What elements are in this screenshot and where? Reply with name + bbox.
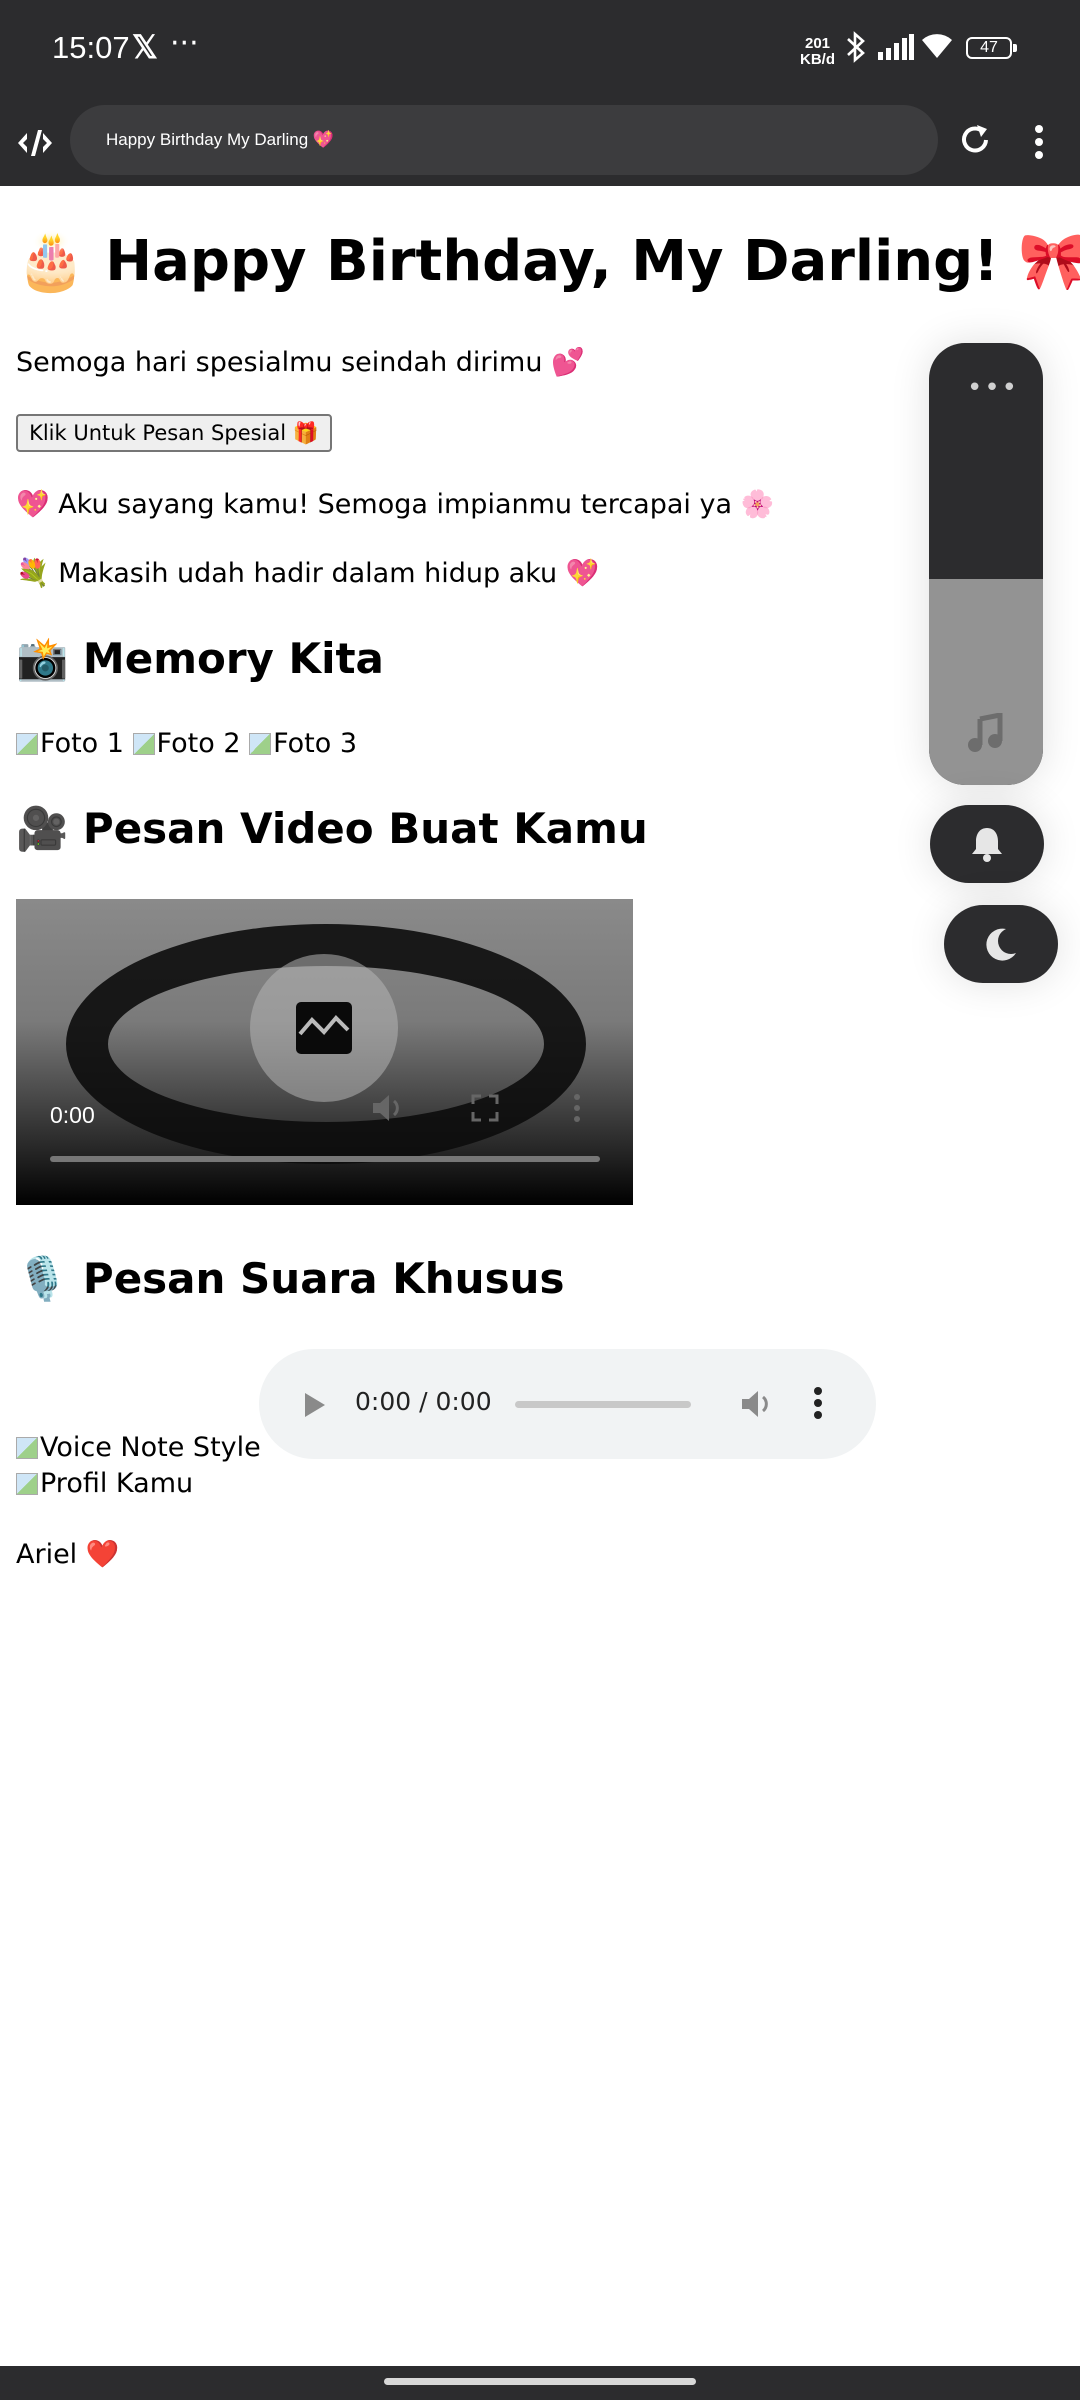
voice-heading: 🎙️ Pesan Suara Khusus xyxy=(16,1254,565,1303)
special-message-button[interactable]: Klik Untuk Pesan Spesial 🎁 xyxy=(16,414,332,452)
video-more-icon[interactable] xyxy=(572,1093,582,1123)
dark-mode-button[interactable] xyxy=(944,905,1058,983)
voice-note-image: Voice Note Style xyxy=(16,1432,261,1466)
video-play-button[interactable] xyxy=(250,954,398,1102)
battery-indicator: 47 xyxy=(966,37,1017,59)
browser-toolbar: Happy Birthday My Darling 💖 xyxy=(0,100,1080,186)
home-handle[interactable] xyxy=(384,2378,696,2385)
voice-note-alt: Voice Note Style xyxy=(16,1432,261,1463)
status-bar: 15:07 𝕏 ··· 201 KB/d 47 xyxy=(0,0,1080,100)
video-heading: 🎥 Pesan Video Buat Kamu xyxy=(16,804,648,853)
photo-1-alt: Foto 1 xyxy=(40,728,124,759)
photo-row: Foto 1 Foto 2 Foto 3 xyxy=(16,728,357,762)
video-player[interactable]: 0:00 xyxy=(16,899,633,1205)
reload-icon[interactable] xyxy=(955,120,995,160)
network-speed: 201 KB/d xyxy=(800,36,835,68)
video-error-icon xyxy=(296,1002,352,1054)
volume-panel[interactable]: ••• xyxy=(929,343,1043,785)
status-time: 15:07 xyxy=(52,30,130,65)
profile-text: Profil Kamu xyxy=(40,1468,194,1499)
photo-3: Foto 3 xyxy=(249,728,357,759)
memory-heading: 📸 Memory Kita xyxy=(16,634,384,683)
address-bar[interactable]: Happy Birthday My Darling 💖 xyxy=(70,105,938,175)
signal-icon xyxy=(878,34,914,60)
moon-icon xyxy=(986,928,1016,961)
x-app-icon: 𝕏 xyxy=(132,29,158,65)
music-icon xyxy=(968,713,1003,752)
profile-image: Profil Kamu xyxy=(16,1468,193,1502)
video-progress-bar[interactable] xyxy=(50,1156,600,1162)
broken-image-icon xyxy=(16,732,38,755)
photo-1: Foto 1 xyxy=(16,728,124,759)
video-current-time: 0:00 xyxy=(50,1102,95,1128)
profile-alt: Profil Kamu xyxy=(16,1468,193,1499)
page-title: 🎂 Happy Birthday, My Darling! 🎀 xyxy=(16,229,1080,294)
bluetooth-icon xyxy=(847,31,865,63)
thanks-message: 💐 Makasih udah hadir dalam hidup aku 💖 xyxy=(16,558,600,589)
network-speed-unit: KB/d xyxy=(800,51,835,68)
audio-progress-bar[interactable] xyxy=(515,1401,691,1408)
broken-image-icon xyxy=(16,1472,38,1495)
bell-icon xyxy=(972,828,1002,862)
broken-image-icon xyxy=(16,1436,38,1459)
audio-volume-icon[interactable] xyxy=(739,1387,775,1421)
greeting-text: Semoga hari spesialmu seindah dirimu 💕 xyxy=(16,347,585,378)
wifi-icon xyxy=(922,34,952,58)
audio-player[interactable]: 0:00 / 0:00 xyxy=(259,1349,876,1459)
browser-logo-icon[interactable] xyxy=(14,122,56,164)
browser-menu-icon[interactable] xyxy=(1034,124,1044,160)
video-volume-icon[interactable] xyxy=(370,1091,406,1125)
broken-image-icon xyxy=(132,732,155,755)
audio-more-icon[interactable] xyxy=(813,1387,823,1419)
love-message: 💖 Aku sayang kamu! Semoga impianmu terca… xyxy=(16,489,775,520)
signature: Ariel ❤️ xyxy=(16,1539,120,1570)
broken-image-icon xyxy=(249,732,272,755)
photo-3-alt: Foto 3 xyxy=(273,728,358,759)
audio-play-icon[interactable] xyxy=(303,1391,327,1419)
photo-2-alt: Foto 2 xyxy=(156,728,241,759)
ring-mode-button[interactable] xyxy=(930,805,1044,883)
audio-time: 0:00 / 0:00 xyxy=(355,1387,492,1416)
panel-more-icon[interactable]: ••• xyxy=(967,373,1019,403)
video-fullscreen-icon[interactable] xyxy=(470,1093,500,1123)
voice-note-text: Voice Note Style xyxy=(40,1432,261,1463)
volume-level-fill xyxy=(929,579,1043,785)
photo-2: Foto 2 xyxy=(132,728,241,759)
gesture-nav-bar xyxy=(0,2366,1080,2400)
network-speed-value: 201 xyxy=(804,35,831,52)
more-notifications-icon: ··· xyxy=(170,26,199,61)
